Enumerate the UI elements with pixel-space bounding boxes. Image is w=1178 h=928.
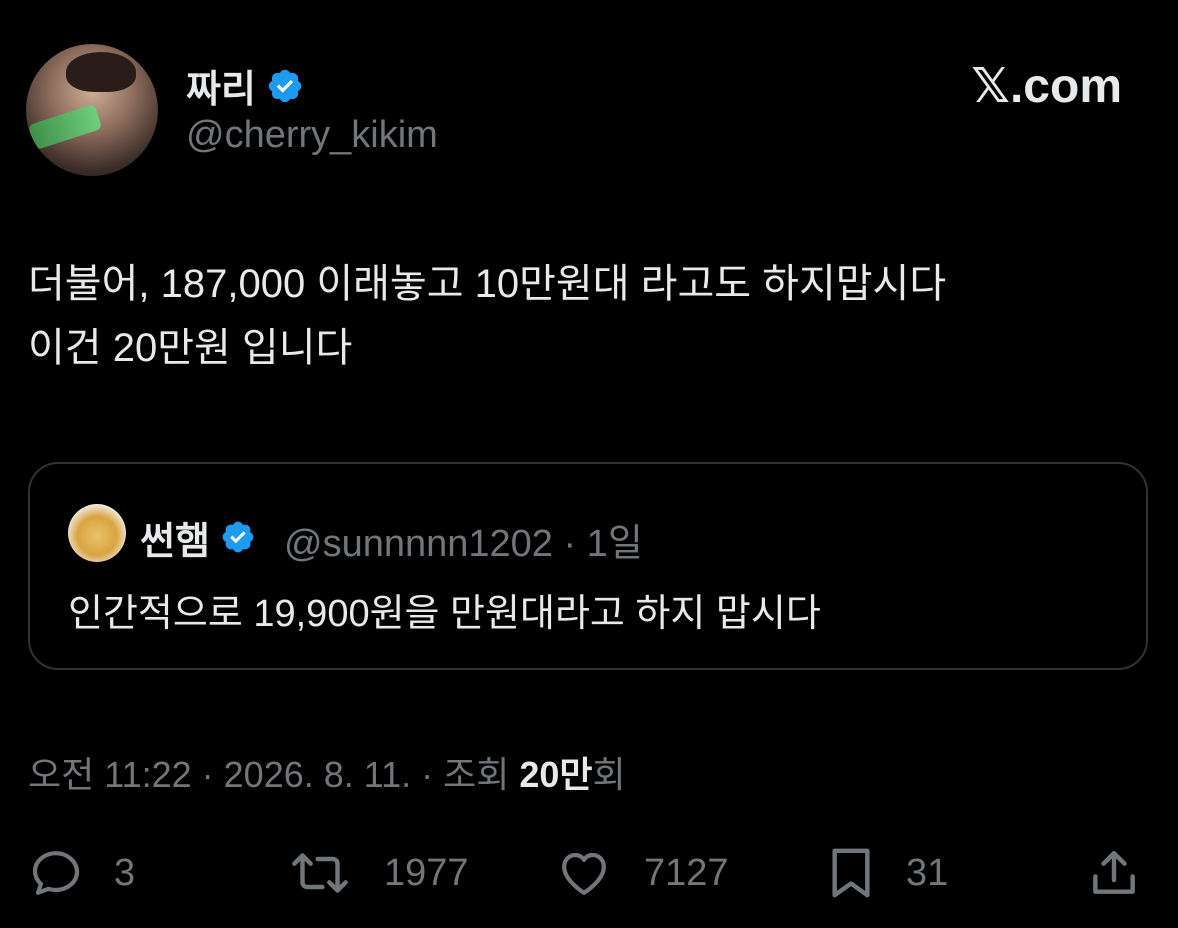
bookmark-button[interactable]: 31 [826,838,948,908]
reply-count: 3 [114,851,136,894]
share-button[interactable] [1086,838,1142,908]
tweet-text: 더불어, 187,000 이래놓고 10만원대 라고도 하지맙시다 이건 20만… [28,252,1158,380]
author-avatar[interactable] [26,44,158,176]
avatar-bottle [27,103,103,151]
quoted-verified-badge-icon [220,519,258,557]
quoted-handle-and-time[interactable]: @sunnnnn1202 · 1일 [284,512,643,567]
x-logo[interactable]: 𝕏 .com [971,58,1122,114]
bookmark-icon [832,848,870,898]
x-logo-mark-icon: 𝕏 [971,58,1010,114]
tweet-timestamp-and-views[interactable]: 오전 11:22 · 2026. 8. 11. · 조회 20만회 [28,746,626,798]
repost-count: 1977 [384,851,469,894]
repost-icon [292,853,348,893]
like-count: 7127 [644,851,729,894]
avatar-hair [66,52,136,92]
timestamp-text: 오전 11:22 · 2026. 8. 11. · 조회 [28,754,520,795]
quoted-tweet-text: 인간적으로 19,900원을 만원대라고 하지 맙시다 [68,593,821,635]
quoted-author-name-row[interactable]: 썬햄 [140,510,258,565]
repost-button[interactable]: 1977 [286,838,469,908]
like-button[interactable]: 7127 [554,838,729,908]
quoted-author-avatar[interactable] [68,504,126,562]
verified-badge-icon [266,67,304,105]
bookmark-count: 31 [906,851,949,894]
tweet-text-line-2: 이건 20만원 입니다 [28,326,353,370]
quoted-tweet-card[interactable]: 썬햄 @sunnnnn1202 · 1일 인간적으로 19,900원을 만원대라… [28,462,1148,670]
view-count: 20만 [519,754,593,795]
author-display-name[interactable]: 짜리 [186,58,256,113]
heart-icon [562,852,606,895]
reply-icon [32,851,80,895]
tweet-action-bar: 3 1977 7127 31 [0,838,1178,908]
author-handle[interactable]: @cherry_kikim [186,114,438,157]
share-icon [1093,850,1135,894]
view-count-suffix: 회 [592,754,626,795]
author-display-name-row[interactable]: 짜리 [186,58,304,113]
tweet-text-line-1: 더불어, 187,000 이래놓고 10만원대 라고도 하지맙시다 [28,262,947,306]
quoted-author-display-name[interactable]: 썬햄 [140,510,210,565]
x-logo-text: .com [1009,59,1122,113]
reply-button[interactable]: 3 [28,838,135,908]
